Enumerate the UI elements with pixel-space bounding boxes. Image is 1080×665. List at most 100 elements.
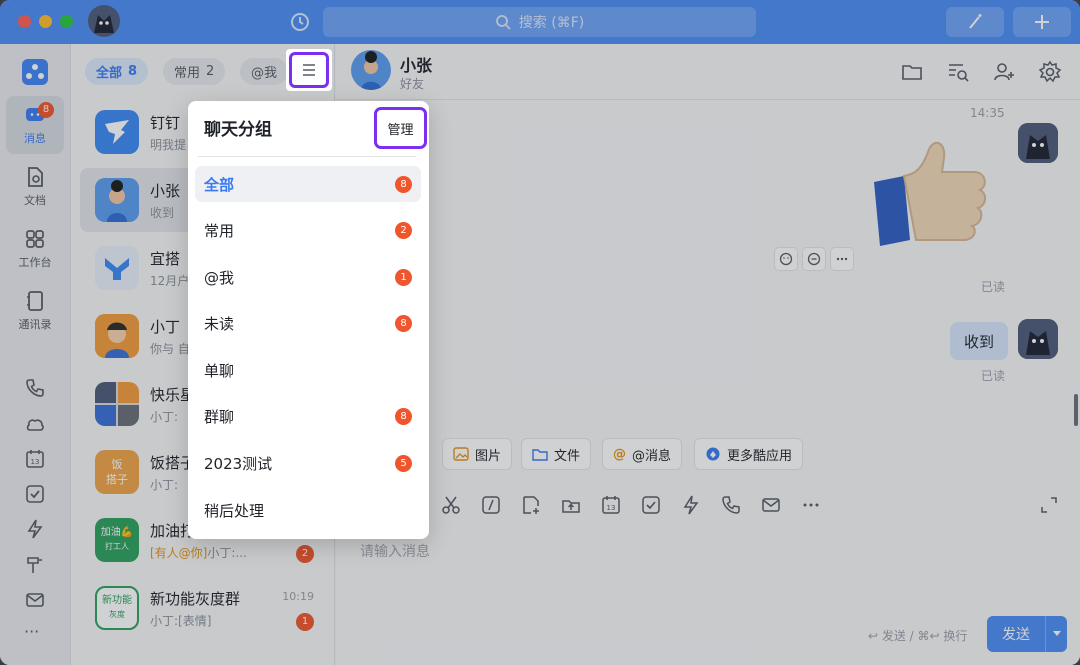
group-item-unread[interactable]: 未读 8	[195, 305, 421, 341]
group-item-at-me[interactable]: @我 1	[195, 259, 421, 295]
rail-item-docs[interactable]: 文档	[6, 158, 64, 216]
upload-icon[interactable]	[560, 494, 582, 516]
mail-icon[interactable]	[760, 494, 782, 516]
group-item-group-chat[interactable]: 群聊 8	[195, 398, 421, 434]
unread-badge: 8	[38, 102, 54, 118]
rail-item-messages[interactable]: 消息 8	[6, 96, 64, 154]
conversation-preview: 收到	[150, 206, 175, 220]
group-item-2023-test[interactable]: 2023测试 5	[195, 445, 421, 481]
calendar-icon[interactable]: 13	[600, 494, 622, 516]
rail-item-label: 工作台	[18, 256, 52, 269]
group-item-single-chat[interactable]: 单聊	[195, 352, 421, 388]
expand-icon[interactable]	[1038, 494, 1060, 516]
image-app-button[interactable]: 图片	[442, 438, 513, 470]
todo-icon[interactable]	[640, 494, 662, 516]
reply-button[interactable]	[802, 247, 826, 271]
chevron-down-icon	[1052, 631, 1061, 636]
rail-item-contacts[interactable]: 通讯录	[6, 282, 64, 340]
search-messages-icon[interactable]	[946, 60, 970, 84]
conversation-time: 10:19	[282, 590, 314, 603]
nav-rail: 消息 8 文档 工作台 通讯录 13 ···	[0, 44, 71, 665]
cloud-icon[interactable]	[24, 413, 46, 435]
search-icon	[495, 15, 511, 30]
scissors-icon[interactable]	[440, 494, 462, 516]
todo-icon[interactable]	[24, 483, 46, 505]
dingtalk-logo-icon	[95, 110, 139, 154]
filter-all[interactable]: 全部 8	[85, 58, 149, 85]
cool-apps-icon	[706, 447, 720, 461]
avatar-text: 饭	[111, 458, 123, 471]
contact-avatar[interactable]	[351, 50, 391, 90]
file-app-button[interactable]: 文件	[521, 438, 592, 470]
magic-wand-button[interactable]	[946, 7, 1004, 37]
more-actions-button[interactable]	[830, 247, 854, 271]
more-icon[interactable]	[800, 494, 822, 516]
minimize-window-button[interactable]	[39, 15, 52, 28]
more-icon[interactable]: ···	[24, 622, 39, 641]
send-button[interactable]: 发送	[987, 616, 1067, 652]
yida-logo-icon	[95, 246, 139, 290]
conversation-name: 小丁	[150, 318, 181, 336]
user-avatar[interactable]	[88, 5, 120, 37]
folder-icon[interactable]	[900, 60, 924, 84]
pin-icon[interactable]	[24, 554, 46, 576]
more-icon	[836, 257, 848, 261]
my-avatar[interactable]	[1018, 123, 1058, 163]
group-menu-button[interactable]	[289, 52, 329, 88]
search-bar[interactable]: 搜索 (⌘F)	[323, 7, 756, 37]
search-placeholder: 搜索 (⌘F)	[518, 15, 585, 31]
filter-label: 常用	[174, 66, 201, 81]
group-label: 稍后处理	[204, 501, 265, 520]
message-time: 14:35	[970, 106, 1005, 120]
document-icon	[28, 167, 43, 187]
scrollbar-thumb[interactable]	[1074, 394, 1078, 426]
avatar-text: 搭子	[106, 473, 128, 486]
thumbs-up-sticker[interactable]	[866, 132, 996, 252]
filter-label: 全部	[96, 66, 123, 81]
gear-icon[interactable]	[1038, 60, 1062, 84]
group-avatar: 饭 搭子	[95, 450, 139, 494]
popover-title: 聊天分组	[204, 120, 272, 140]
history-icon[interactable]	[289, 11, 311, 33]
add-button[interactable]	[1013, 7, 1071, 37]
contact-name: 小张	[400, 56, 433, 75]
send-options-button[interactable]	[1045, 616, 1067, 652]
mention-app-button[interactable]: @ @消息	[602, 438, 683, 470]
avatar-text: 灰度	[109, 610, 125, 619]
conversation-item[interactable]: 新功能 灰度 新功能灰度群 小丁:[表情] 10:19 1	[80, 576, 330, 640]
add-member-icon[interactable]	[992, 60, 1016, 84]
slash-command-icon[interactable]	[480, 494, 502, 516]
app-label: @消息	[632, 448, 672, 464]
rail-item-label: 通讯录	[18, 318, 52, 331]
close-window-button[interactable]	[18, 15, 31, 28]
chat-panel: 小张 好友 14:35 已读 收到 已读 图片 文件 @ @消息 更多酷应用 1…	[336, 44, 1080, 665]
more-apps-button[interactable]: 更多酷应用	[694, 438, 804, 470]
group-item-all[interactable]: 全部 8	[195, 166, 421, 202]
mail-icon[interactable]	[24, 589, 46, 611]
add-reaction-button[interactable]	[774, 247, 798, 271]
chat-group-popover: 聊天分组 管理 全部 8 常用 2 @我 1 未读 8 单聊 群聊 8 2023…	[188, 101, 429, 539]
group-avatar: 新功能 灰度	[95, 586, 139, 630]
group-item-later[interactable]: 稍后处理	[195, 492, 421, 528]
phone-icon[interactable]	[24, 377, 46, 399]
organization-icon[interactable]	[22, 59, 48, 85]
filter-at-me[interactable]: @我	[240, 58, 289, 85]
rail-item-workbench[interactable]: 工作台	[6, 220, 64, 278]
group-item-common[interactable]: 常用 2	[195, 212, 421, 248]
new-doc-icon[interactable]	[520, 494, 542, 516]
message-input[interactable]: 请输入消息	[360, 541, 430, 561]
zoom-window-button[interactable]	[60, 15, 73, 28]
manage-button[interactable]: 管理	[374, 107, 427, 149]
group-badge: 8	[395, 314, 412, 332]
image-icon	[453, 447, 469, 461]
conversation-name: 宜搭	[150, 250, 181, 268]
conversation-preview: [有人@你]小丁:...	[150, 544, 247, 561]
calendar-icon[interactable]: 13	[24, 448, 46, 470]
lightning-icon[interactable]	[24, 518, 46, 540]
lightning-icon[interactable]	[680, 494, 702, 516]
filter-common[interactable]: 常用 2	[163, 58, 226, 85]
title-bar: 搜索 (⌘F)	[0, 0, 1080, 44]
phone-icon[interactable]	[720, 494, 742, 516]
message-bubble[interactable]: 收到	[950, 322, 1008, 360]
my-avatar[interactable]	[1018, 319, 1058, 359]
